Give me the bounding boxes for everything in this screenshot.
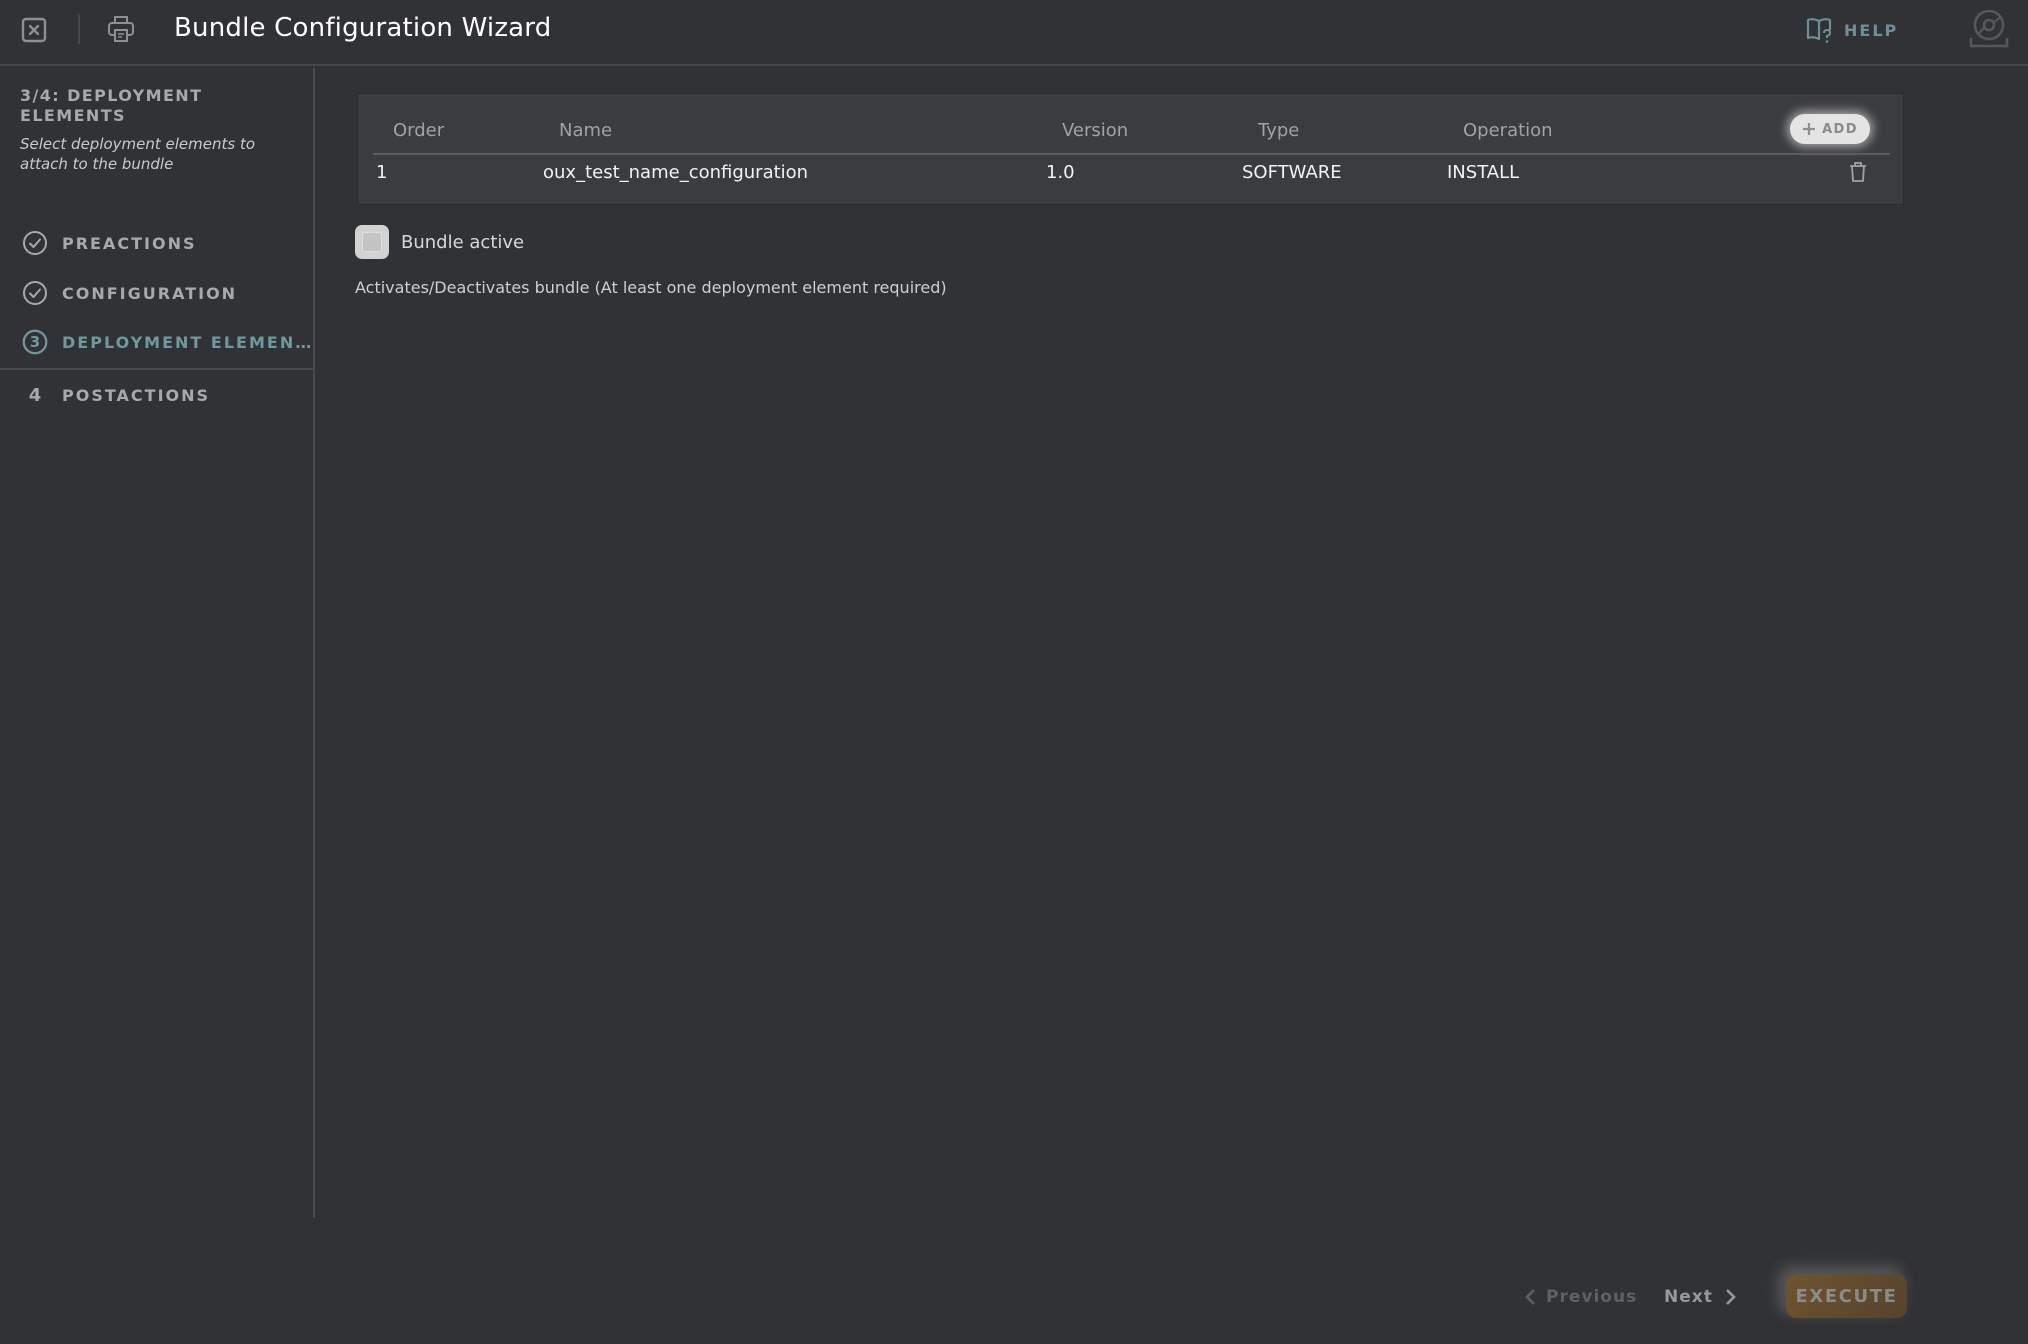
trash-icon [1850, 162, 1866, 182]
bundle-active-checkbox[interactable] [355, 225, 389, 259]
chevron-right-icon [1725, 1289, 1736, 1305]
next-label: Next [1664, 1287, 1713, 1307]
close-button[interactable] [20, 16, 48, 44]
chevron-left-icon [1525, 1289, 1535, 1305]
print-button[interactable] [106, 14, 136, 44]
cell-name: oux_test_name_configuration [543, 162, 809, 183]
step-number-circle-icon: 3 [22, 329, 48, 355]
cell-order: 1 [376, 162, 388, 183]
printer-icon [108, 16, 134, 42]
current-step-title: 3/4: DEPLOYMENT ELEMENTS [20, 86, 203, 125]
table-header-divider [373, 153, 1890, 155]
execute-button[interactable]: EXECUTE [1786, 1274, 1907, 1318]
step-number: 4 [28, 384, 42, 406]
column-header-name[interactable]: Name [559, 120, 612, 141]
delete-row-button[interactable] [1848, 161, 1870, 185]
help-label: HELP [1844, 20, 1899, 40]
wizard-sidebar: 3/4: DEPLOYMENT ELEMENTS Select deployme… [0, 68, 315, 1218]
step-label: POSTACTIONS [62, 385, 211, 405]
close-icon [21, 17, 47, 43]
column-header-operation[interactable]: Operation [1463, 120, 1553, 141]
header-divider [78, 14, 80, 44]
add-element-button[interactable]: ADD [1790, 114, 1870, 144]
deployment-elements-table: Order Name Version Type Operation ADD 1 … [357, 93, 1904, 205]
plus-icon [1803, 123, 1816, 135]
column-header-type[interactable]: Type [1258, 120, 1299, 141]
cell-operation: INSTALL [1447, 162, 1520, 183]
user-avatar[interactable] [1968, 8, 2010, 50]
bundle-active-toggle[interactable]: Bundle active [355, 225, 524, 259]
previous-label: Previous [1546, 1287, 1638, 1307]
column-header-version[interactable]: Version [1062, 120, 1128, 141]
step-postactions[interactable]: 4 POSTACTIONS [0, 368, 313, 420]
step-label: PREACTIONS [62, 233, 197, 253]
user-avatar-icon [1969, 9, 2009, 48]
step-configuration[interactable]: CONFIGURATION [0, 269, 313, 317]
bundle-active-hint: Activates/Deactivates bundle (At least o… [355, 278, 947, 297]
previous-button[interactable]: Previous [1524, 1278, 1637, 1316]
check-circle-icon [22, 280, 48, 306]
book-question-icon [1806, 18, 1832, 43]
header-bar: Bundle Configuration Wizard HELP [0, 0, 2028, 66]
bundle-active-label: Bundle active [401, 231, 525, 253]
step-label: DEPLOYMENT ELEMEN… [62, 332, 314, 352]
column-header-order[interactable]: Order [393, 120, 444, 141]
step-deployment-elements[interactable]: 3 DEPLOYMENT ELEMEN… [0, 318, 313, 366]
page-title: Bundle Configuration Wizard [174, 13, 552, 43]
step-label: CONFIGURATION [62, 283, 238, 303]
add-label: ADD [1822, 121, 1858, 137]
check-circle-icon [22, 230, 48, 256]
cell-version: 1.0 [1046, 162, 1075, 183]
next-button[interactable]: Next [1664, 1278, 1737, 1316]
step-preactions[interactable]: PREACTIONS [0, 219, 313, 267]
help-button[interactable]: HELP [1806, 16, 1898, 44]
current-step-description: Select deployment elements to attach to … [20, 135, 256, 173]
cell-type: SOFTWARE [1242, 162, 1342, 183]
